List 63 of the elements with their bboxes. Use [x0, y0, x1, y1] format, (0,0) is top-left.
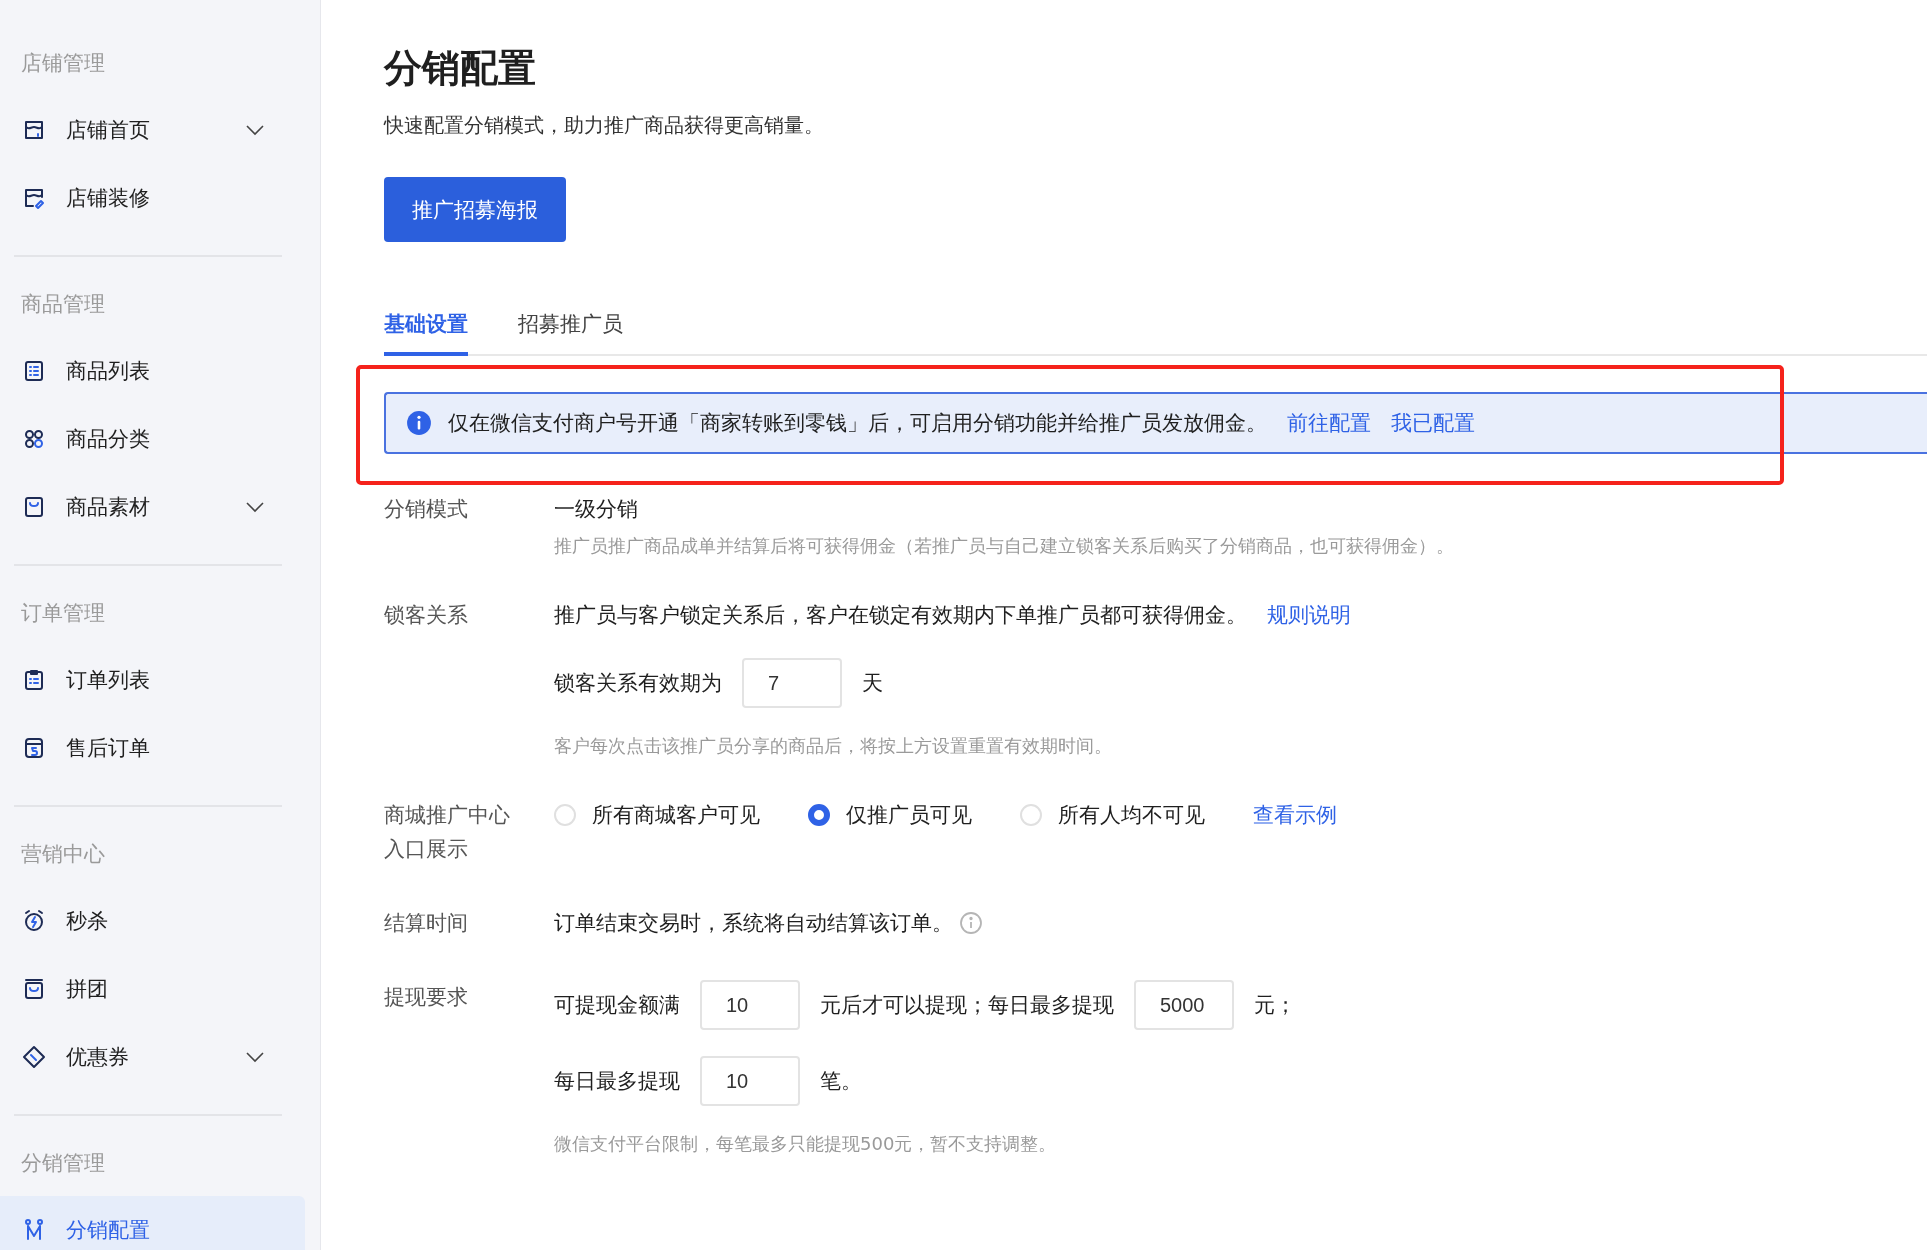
radio-option[interactable]: 仅推广员可见: [808, 801, 972, 829]
sidebar-item[interactable]: 商品列表: [0, 337, 305, 405]
sidebar-item[interactable]: 商品分类: [0, 405, 305, 473]
form-label: 锁客关系: [384, 603, 468, 627]
radio-option[interactable]: 所有商城客户可见: [554, 801, 760, 829]
sidebar-item[interactable]: 秒杀: [0, 887, 305, 955]
number-input[interactable]: 5000: [1134, 980, 1234, 1030]
number-input[interactable]: 10: [700, 980, 800, 1030]
field-text: 笔。: [820, 1068, 862, 1095]
radio-option[interactable]: 所有人均不可见: [1020, 801, 1205, 829]
help-link[interactable]: 规则说明: [1267, 601, 1351, 629]
hint-text: 推广员推广商品成单并结算后将可获得佣金（若推广员与自己建立锁客关系后购买了分销商品，也可获得佣金）。: [554, 534, 1455, 558]
field-text: 锁客关系有效期为: [554, 670, 722, 697]
form-label: 提现要求: [384, 985, 468, 1009]
sidebar-item[interactable]: 售后订单: [0, 714, 305, 782]
number-input[interactable]: 10: [700, 1056, 800, 1106]
alarm-clock-icon: [22, 909, 46, 933]
field-text: 可提现金额满: [554, 992, 680, 1019]
field-text: 推广员与客户锁定关系后，客户在锁定有效期内下单推广员都可获得佣金。: [554, 602, 1247, 629]
sidebar-item[interactable]: 分销配置: [0, 1196, 305, 1250]
field-text: 天: [862, 670, 883, 697]
form-label: 分销模式: [384, 497, 468, 521]
field-text: 订单结束交易时，系统将自动结算该订单。: [554, 910, 953, 937]
form-label: 商城推广中心入口展示: [384, 803, 510, 861]
alert-link[interactable]: 前往配置: [1287, 409, 1371, 437]
page-title: 分销配置: [384, 45, 537, 92]
hint-text: 微信支付平台限制，每笔最多只能提现500元，暂不支持调整。: [554, 1132, 1058, 1156]
tab[interactable]: 基础设置: [384, 298, 468, 356]
sidebar-item[interactable]: 店铺装修: [0, 164, 305, 232]
alert-link[interactable]: 我已配置: [1391, 409, 1475, 437]
field-text: 一级分销: [554, 496, 638, 523]
sidebar-item[interactable]: 订单列表: [0, 646, 305, 714]
info-icon[interactable]: [959, 911, 983, 935]
field-text: 元；: [1254, 992, 1296, 1019]
tab[interactable]: 招募推广员: [518, 298, 623, 356]
clipboard-icon: [22, 668, 46, 692]
sidebar-item[interactable]: 店铺首页: [0, 96, 305, 164]
store-icon: [22, 118, 46, 142]
form-label: 结算时间: [384, 911, 468, 935]
help-link[interactable]: 查看示例: [1253, 801, 1337, 829]
radio-button[interactable]: [808, 804, 830, 826]
sidebar-group-title: 分销管理: [21, 1150, 105, 1177]
shopping-bag-icon: [22, 977, 46, 1001]
sidebar-group-title: 商品管理: [21, 291, 105, 318]
page-subtitle: 快速配置分销模式，助力推广商品获得更高销量。: [384, 112, 825, 139]
info-icon: [406, 410, 432, 436]
sidebar-item[interactable]: 拼团: [0, 955, 305, 1023]
list-icon: [22, 359, 46, 383]
sidebar-item[interactable]: 优惠券: [0, 1023, 305, 1091]
sidebar-group-title: 店铺管理: [21, 50, 105, 77]
sidebar-group-title: 订单管理: [21, 600, 105, 627]
hint-text: 客户每次点击该推广员分享的商品后，将按上方设置重置有效期时间。: [554, 734, 1113, 758]
store-edit-icon: [22, 186, 46, 210]
field-text: 每日最多提现: [554, 1068, 680, 1095]
return-box-icon: [22, 736, 46, 760]
sidebar-item[interactable]: 商品素材: [0, 473, 305, 541]
field-text: 元后才可以提现；每日最多提现: [820, 992, 1114, 1019]
bag-icon: [22, 495, 46, 519]
grid-icon: [22, 427, 46, 451]
number-input[interactable]: 7: [742, 658, 842, 708]
poster-button[interactable]: 推广招募海报: [384, 177, 566, 242]
alert-message: 仅在微信支付商户号开通「商家转账到零钱」后，可启用分销功能并给推广员发放佣金。: [448, 410, 1267, 437]
sidebar-group-title: 营销中心: [21, 841, 105, 868]
